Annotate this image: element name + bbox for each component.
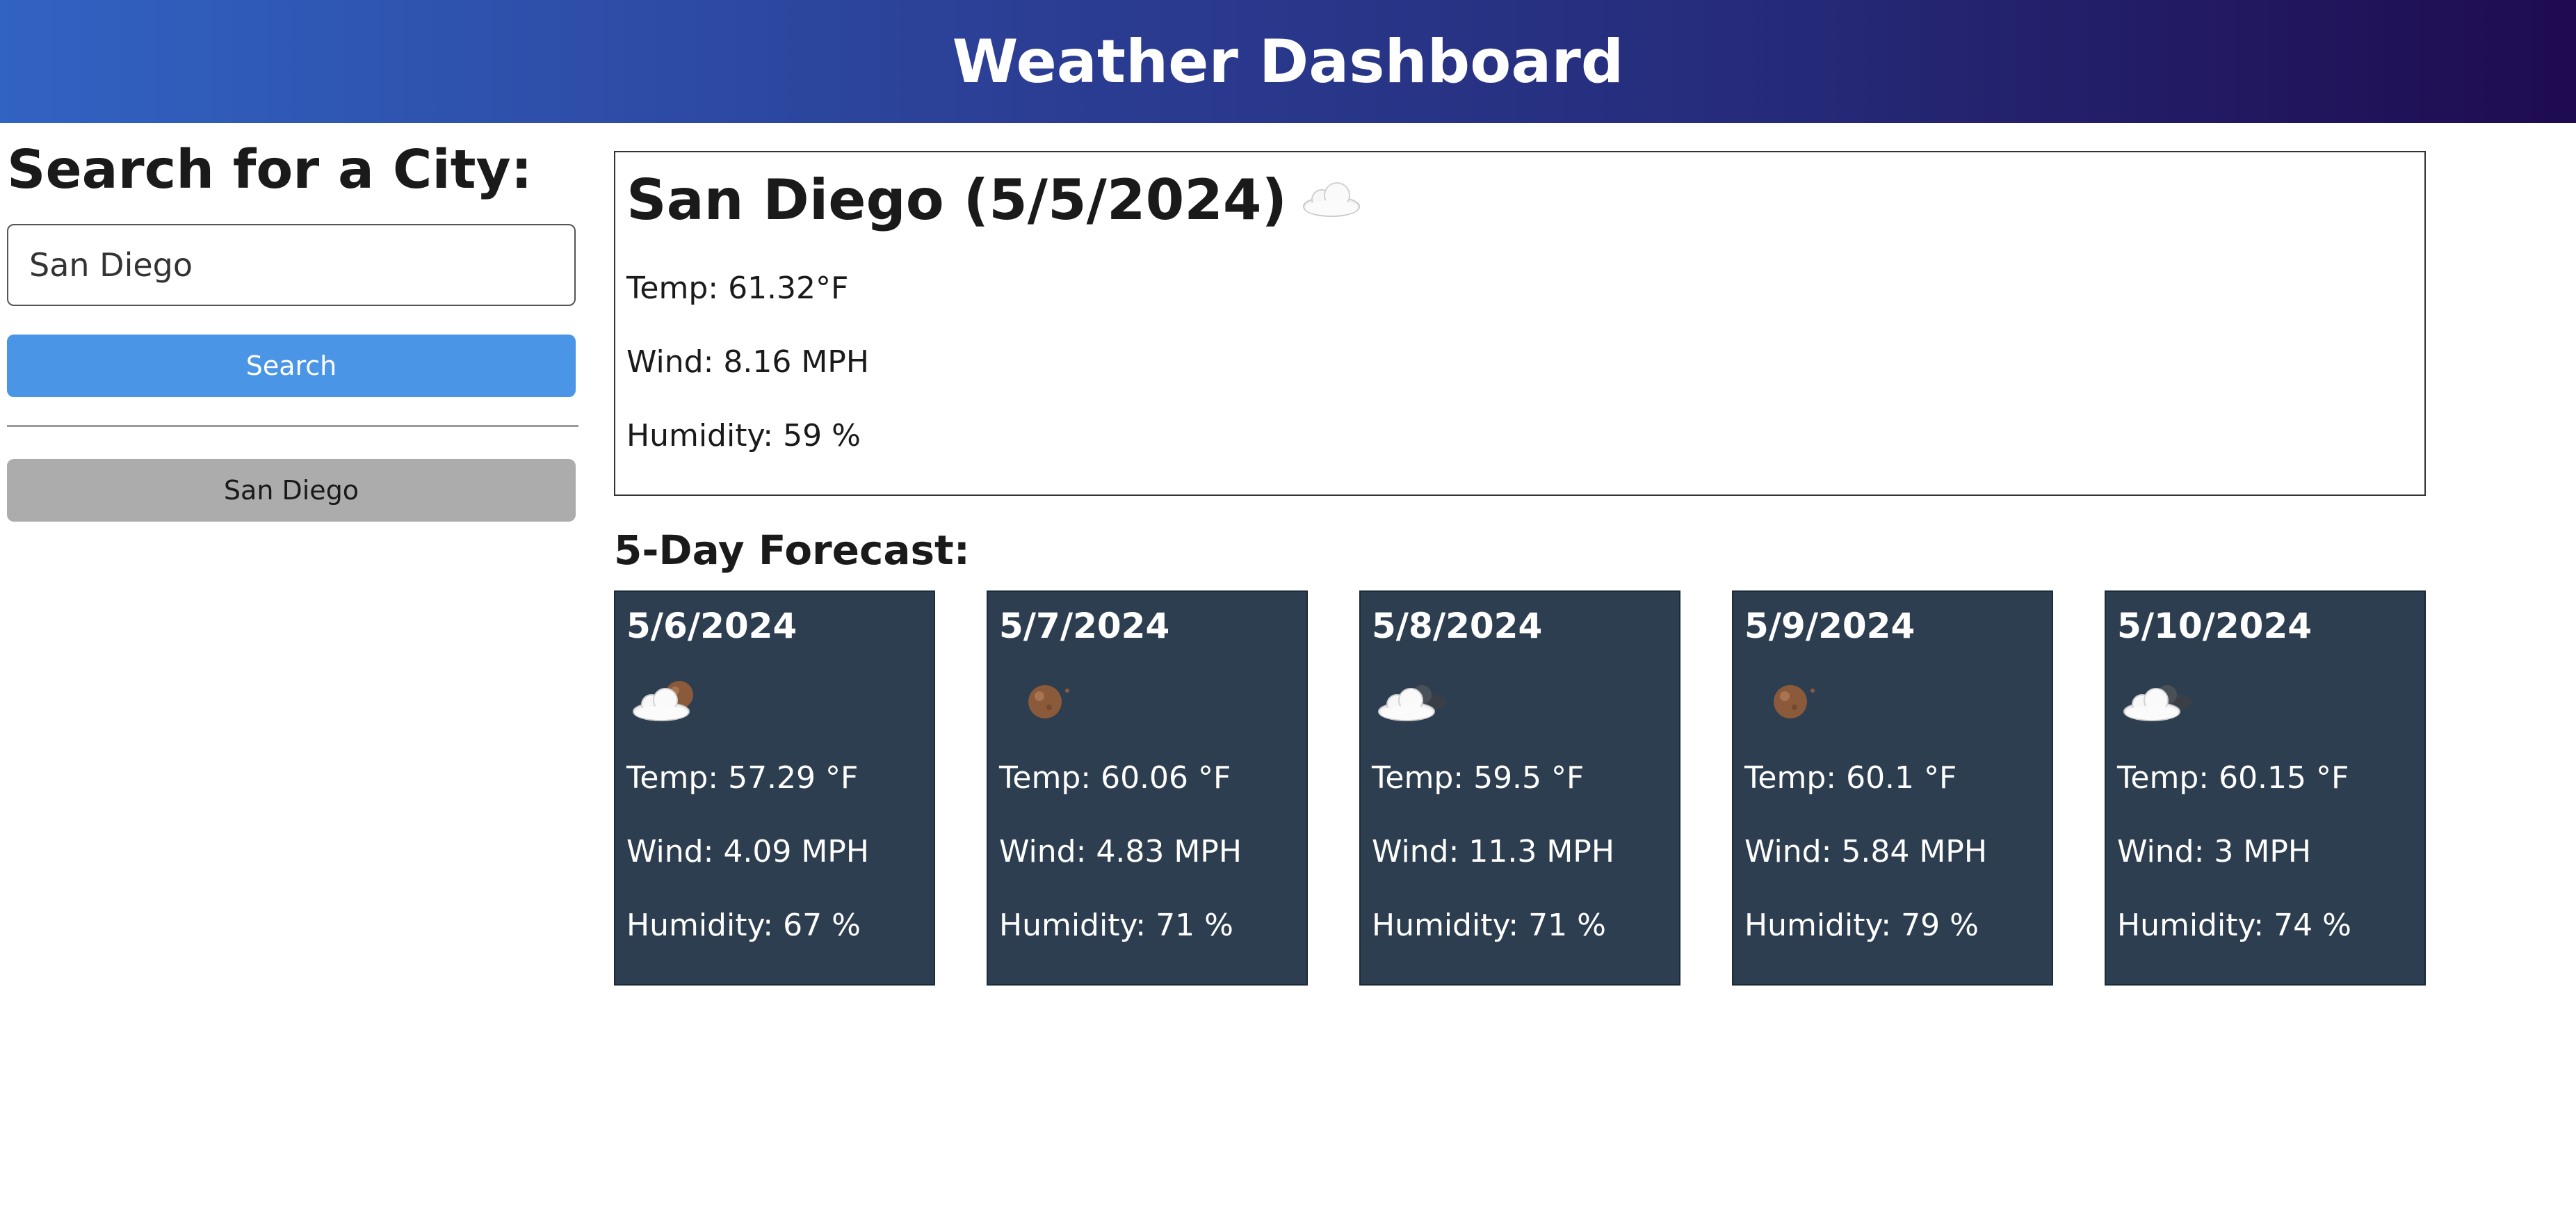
forecast-humidity: Humidity: 67 % xyxy=(626,908,861,943)
broken-clouds-icon xyxy=(2121,674,2198,730)
clear-night-icon xyxy=(1003,674,1080,730)
current-weather-heading: San Diego (5/5/2024) xyxy=(626,168,1362,232)
forecast-card: 5/7/2024 Temp: 60.06 °F Wind: 4.83 MPH H… xyxy=(987,590,1308,986)
app-header: Weather Dashboard xyxy=(0,0,2576,123)
forecast-temp: Temp: 57.29 °F xyxy=(626,760,859,796)
forecast-temp: Temp: 60.1 °F xyxy=(1744,760,1957,796)
forecast-card: 5/6/2024 Temp: 57.29 °F Wind: 4.09 MPH H… xyxy=(614,590,935,986)
forecast-temp: Temp: 60.15 °F xyxy=(2117,760,2349,796)
forecast-humidity: Humidity: 71 % xyxy=(999,908,1233,943)
forecast-date: 5/9/2024 xyxy=(1744,606,1915,646)
forecast-card: 5/8/2024 Temp: 59.5 °F Wind: 11.3 MPH Hu… xyxy=(1359,590,1680,986)
search-button[interactable]: Search xyxy=(7,335,576,397)
city-search-input[interactable] xyxy=(7,224,576,306)
sidebar-divider xyxy=(7,425,578,427)
forecast-wind: Wind: 4.09 MPH xyxy=(626,834,869,869)
page-title: Weather Dashboard xyxy=(952,26,1624,97)
forecast-wind: Wind: 4.83 MPH xyxy=(999,834,1242,869)
forecast-wind: Wind: 5.84 MPH xyxy=(1744,834,1987,869)
current-wind: Wind: 8.16 MPH xyxy=(626,344,869,380)
history-button-san-diego[interactable]: San Diego xyxy=(7,459,576,522)
clear-night-icon xyxy=(1749,674,1825,730)
forecast-heading: 5-Day Forecast: xyxy=(614,526,970,574)
forecast-wind: Wind: 3 MPH xyxy=(2117,834,2311,869)
current-city-date: San Diego (5/5/2024) xyxy=(626,168,1288,232)
current-temp: Temp: 61.32°F xyxy=(626,271,849,306)
clouds-icon xyxy=(1301,177,1362,219)
current-humidity: Humidity: 59 % xyxy=(626,418,861,453)
current-weather-panel: San Diego (5/5/2024) Temp: 61.32°F Wind:… xyxy=(614,151,2426,496)
forecast-temp: Temp: 59.5 °F xyxy=(1372,760,1585,796)
forecast-humidity: Humidity: 79 % xyxy=(1744,908,1979,943)
forecast-temp: Temp: 60.06 °F xyxy=(999,760,1231,796)
search-heading: Search for a City: xyxy=(7,139,533,201)
forecast-card: 5/9/2024 Temp: 60.1 °F Wind: 5.84 MPH Hu… xyxy=(1732,590,2053,986)
forecast-date: 5/10/2024 xyxy=(2117,606,2312,646)
broken-clouds-icon xyxy=(1376,674,1452,730)
forecast-date: 5/8/2024 xyxy=(1372,606,1543,646)
forecast-date: 5/6/2024 xyxy=(626,606,797,646)
night-partly-cloudy-icon xyxy=(631,674,707,730)
forecast-humidity: Humidity: 71 % xyxy=(1372,908,1606,943)
forecast-humidity: Humidity: 74 % xyxy=(2117,908,2351,943)
forecast-date: 5/7/2024 xyxy=(999,606,1170,646)
forecast-wind: Wind: 11.3 MPH xyxy=(1372,834,1614,869)
forecast-card: 5/10/2024 Temp: 60.15 °F Wind: 3 MPH Hum… xyxy=(2105,590,2426,986)
